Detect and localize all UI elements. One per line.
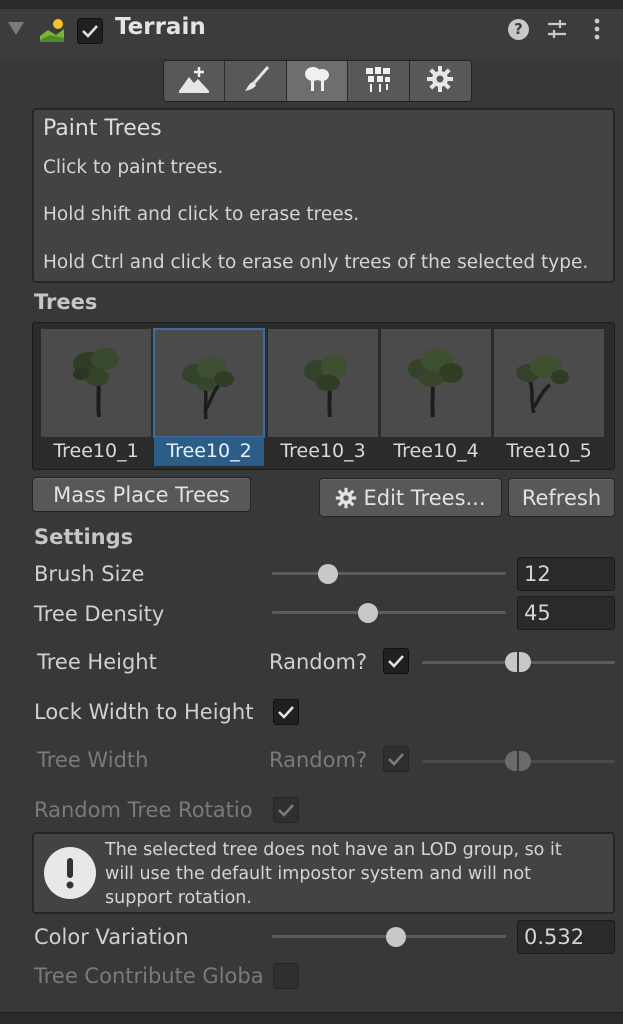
trees-icon [302,64,332,98]
terrain-settings-tool-button[interactable] [409,61,471,101]
tree-contribute-gi-label: Tree Contribute Globa [34,964,264,988]
tree-thumbnail [494,329,604,437]
gear-icon [426,65,454,97]
help-title: Paint Trees [43,116,162,141]
next-component-header [0,1012,623,1024]
tree-label: Tree10_5 [506,440,592,462]
kebab-menu-icon[interactable] [590,17,604,41]
settings-section-header: Settings [34,525,134,549]
tree-prototype-item-selected[interactable]: Tree10_2 [153,328,265,466]
component-enabled-checkbox[interactable] [77,18,103,44]
foldout-arrow-icon[interactable] [8,22,24,35]
tree-thumbnail [381,329,491,437]
gear-icon [335,487,357,509]
tree-prototype-item[interactable]: Tree10_5 [494,329,604,466]
mountain-plus-icon [177,65,211,97]
paint-texture-tool-button[interactable] [225,61,287,101]
color-variation-field[interactable]: 0.532 [517,920,615,954]
terrain-tool-toolbar [163,60,472,102]
tree-width-range-thumb [505,751,531,771]
paint-trees-tool-button[interactable] [286,61,349,101]
brush-size-field[interactable]: 12 [517,557,615,591]
warning-text-line: will use the default impostor system and… [105,864,532,884]
edit-trees-button[interactable]: Edit Trees... [319,478,502,517]
brush-size-label: Brush Size [34,562,145,586]
tree-width-random-checkbox [383,746,409,772]
tree-density-slider-track[interactable] [272,611,506,614]
help-line: Hold shift and click to erase trees. [43,204,360,225]
help-icon[interactable]: ? [508,19,529,40]
color-variation-label: Color Variation [34,925,189,949]
tree-thumbnail [153,328,265,438]
help-line: Hold Ctrl and click to erase only trees … [43,252,589,273]
tree-density-label: Tree Density [34,602,165,626]
tree-label: Tree10_3 [280,440,366,462]
tree-height-range-thumb[interactable] [505,652,531,672]
mass-place-trees-button[interactable]: Mass Place Trees [32,477,251,512]
color-variation-slider-thumb[interactable] [386,927,407,947]
tree-label: Tree10_4 [393,440,479,462]
lock-width-checkbox[interactable] [273,699,299,725]
tree-density-field[interactable]: 45 [517,596,615,630]
brush-size-slider-track[interactable] [272,572,506,575]
terrain-icon [38,18,66,44]
paint-details-tool-button[interactable] [348,61,410,101]
help-line: Click to paint trees. [43,157,224,178]
tree-width-random-label: Random? [269,748,368,772]
tree-height-random-checkbox[interactable] [383,648,409,674]
tree-height-label: Tree Height [37,650,157,674]
refresh-button[interactable]: Refresh [508,478,615,517]
warning-text-line: The selected tree does not have an LOD g… [105,840,562,860]
warning-icon [44,847,96,899]
tree-thumbnail [268,329,378,437]
brush-size-slider-thumb[interactable] [318,564,339,584]
raise-lower-tool-button[interactable] [164,61,226,101]
lock-width-label: Lock Width to Height [34,700,254,724]
tree-width-label: Tree Width [37,748,149,772]
edit-trees-label: Edit Trees... [363,485,486,510]
tree-prototype-item[interactable]: Tree10_4 [381,329,491,466]
tree-label: Tree10_2 [154,437,264,466]
tree-contribute-gi-checkbox [273,963,299,989]
tree-density-slider-thumb[interactable] [357,603,378,623]
tree-prototype-item[interactable]: Tree10_1 [41,329,151,466]
warning-text-line: support rotation. [105,888,252,908]
random-rotation-checkbox [273,797,299,823]
header-divider [0,0,623,9]
tree-prototype-item[interactable]: Tree10_3 [268,329,378,466]
tree-label: Tree10_1 [53,440,139,462]
tree-height-random-label: Random? [269,650,368,674]
brush-icon [241,64,271,98]
random-rotation-label: Random Tree Rotatio [34,798,253,822]
tree-thumbnail [41,329,151,437]
presets-icon[interactable] [546,18,568,40]
component-title: Terrain [115,14,206,40]
details-icon [363,64,393,98]
trees-section-header: Trees [34,290,98,314]
